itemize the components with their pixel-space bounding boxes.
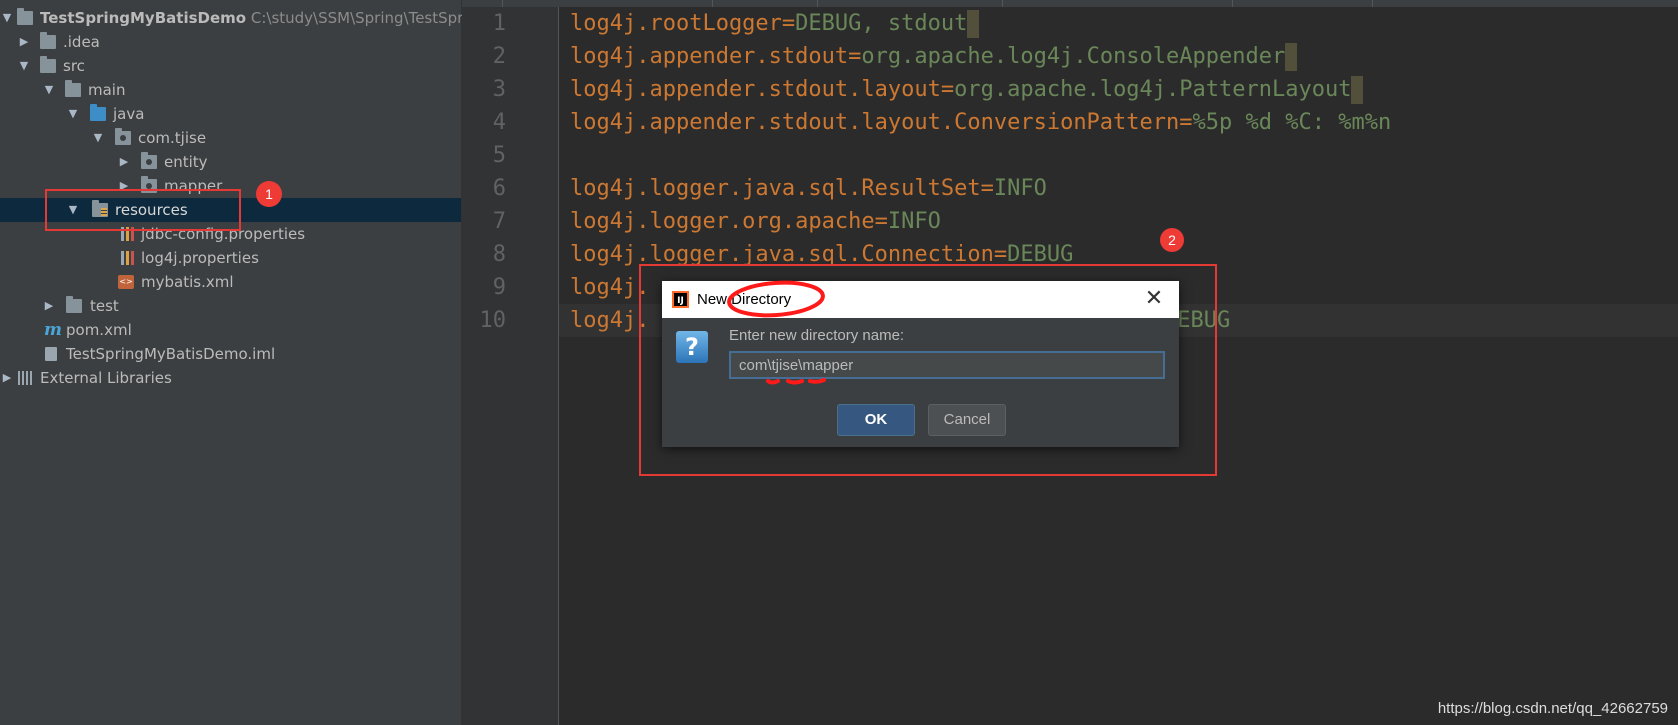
line-number: 7 [492, 209, 506, 234]
line-number: 4 [492, 110, 506, 135]
tree-item-external-libraries[interactable]: ▶ External Libraries [0, 366, 461, 390]
tree-item-label: java [113, 105, 145, 123]
tree-item-test[interactable]: ▶ test [0, 294, 461, 318]
editor-tab-strip[interactable] [462, 0, 1678, 7]
module-file-icon [45, 347, 57, 361]
chevron-down-icon[interactable]: ▼ [0, 6, 14, 30]
line-number: 8 [492, 242, 506, 267]
module-folder-icon [17, 8, 33, 25]
annotation-badge-2: 2 [1160, 228, 1184, 252]
chevron-down-icon[interactable]: ▼ [91, 126, 105, 150]
tree-item-iml[interactable]: TestSpringMyBatisDemo.iml [0, 342, 461, 366]
project-path: C:\study\SSM\Spring\TestSprin [250, 9, 478, 27]
package-icon [115, 128, 131, 145]
close-icon[interactable]: ✕ [1141, 286, 1167, 312]
tree-item-label: TestSpringMyBatisDemo.iml [66, 345, 276, 363]
tree-item-pom[interactable]: m pom.xml [0, 318, 461, 342]
line-number: 10 [479, 308, 507, 333]
tree-item-com-tjise[interactable]: ▼ com.tjise [0, 126, 461, 150]
annotation-box-1 [45, 189, 241, 231]
line-number: 2 [492, 44, 506, 69]
line-number: 3 [492, 77, 506, 102]
tree-item-label: log4j.properties [141, 249, 259, 267]
line-number: 6 [492, 176, 506, 201]
tree-item-src[interactable]: ▼ src [0, 54, 461, 78]
tree-item-label: main [88, 81, 126, 99]
line-number-gutter: 1 2 3 4 5 6 7 8 9 10 [462, 7, 559, 725]
new-directory-dialog: IJ New Directory ✕ ? Enter new directory… [662, 281, 1179, 447]
tree-item-label: External Libraries [40, 369, 172, 387]
code-line: log4j.logger.org.apache=INFO [570, 209, 941, 234]
folder-icon [65, 80, 81, 97]
code-line: log4j.appender.stdout.layout.ConversionP… [570, 110, 1392, 135]
line-number: 5 [492, 143, 506, 168]
chevron-right-icon[interactable]: ▶ [42, 294, 56, 318]
dialog-title: New Directory [697, 291, 792, 308]
directory-name-input[interactable] [729, 351, 1165, 379]
code-line: log4j.rootLogger=DEBUG, stdout [570, 7, 980, 40]
tree-item-label: com.tjise [138, 129, 207, 147]
folder-icon [40, 56, 56, 73]
tree-item-idea[interactable]: ▶ .idea [0, 30, 461, 54]
code-line: log4j. [570, 275, 650, 300]
properties-file-icon [121, 251, 137, 265]
project-tree-panel: ▼ TestSpringMyBatisDemo C:\study\SSM\Spr… [0, 0, 477, 725]
maven-icon: m [44, 320, 62, 340]
tree-item-log4j[interactable]: log4j.properties [0, 246, 461, 270]
chevron-down-icon[interactable]: ▼ [17, 54, 31, 78]
xml-file-icon: <> [118, 275, 134, 289]
tree-root-row[interactable]: ▼ TestSpringMyBatisDemo C:\study\SSM\Spr… [0, 6, 477, 30]
tree-item-label: mybatis.xml [141, 273, 234, 291]
tree-item-label: src [63, 57, 85, 75]
project-name: TestSpringMyBatisDemo [40, 9, 247, 27]
tree-item-label: .idea [63, 33, 100, 51]
chevron-right-icon[interactable]: ▶ [117, 150, 131, 174]
code-line: log4j.appender.stdout=org.apache.log4j.C… [570, 40, 1298, 73]
annotation-badge-1: 1 [256, 181, 282, 207]
intellij-app-icon: IJ [672, 291, 689, 308]
folder-icon [66, 296, 82, 313]
tree-item-entity[interactable]: ▶ entity [0, 150, 461, 174]
tree-item-java[interactable]: ▼ java [0, 102, 461, 126]
source-folder-icon [90, 104, 106, 121]
tree-item-label: pom.xml [66, 321, 132, 339]
chevron-down-icon[interactable]: ▼ [42, 78, 56, 102]
chevron-right-icon[interactable]: ▶ [17, 30, 31, 54]
chevron-right-icon[interactable]: ▶ [0, 366, 14, 390]
dialog-prompt: Enter new directory name: [729, 327, 905, 344]
line-number: 1 [492, 11, 506, 36]
folder-icon [40, 32, 56, 49]
chevron-down-icon[interactable]: ▼ [66, 102, 80, 126]
code-line: log4j.logger.java.sql.ResultSet=INFO [570, 176, 1047, 201]
tree-item-mybatis-xml[interactable]: <> mybatis.xml [0, 270, 461, 294]
question-icon: ? [676, 331, 708, 363]
line-number: 9 [492, 275, 506, 300]
tree-item-label: test [90, 297, 119, 315]
ok-button[interactable]: OK [837, 404, 915, 436]
library-icon [18, 371, 34, 385]
cancel-button[interactable]: Cancel [928, 404, 1006, 436]
tree-item-main[interactable]: ▼ main [0, 78, 461, 102]
dialog-title-bar[interactable]: IJ New Directory ✕ [662, 281, 1179, 318]
package-icon [141, 152, 157, 169]
code-line: log4j.appender.stdout.layout=org.apache.… [570, 73, 1364, 106]
watermark: https://blog.csdn.net/qq_42662759 [1437, 700, 1668, 717]
tree-item-label: entity [164, 153, 208, 171]
